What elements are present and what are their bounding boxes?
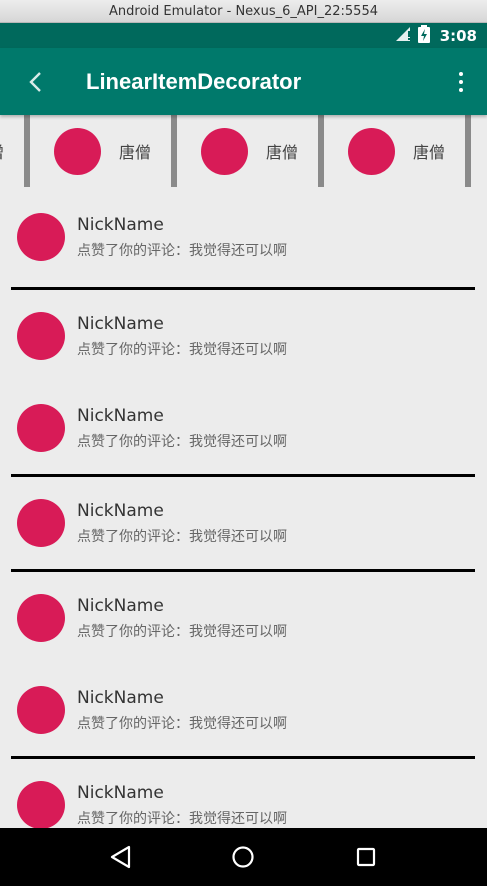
list-item-name: NickName xyxy=(77,688,164,708)
back-icon xyxy=(111,845,131,869)
list-item-message: 点赞了你的评论：我觉得还可以啊 xyxy=(77,434,287,450)
horizontal-list-item[interactable]: 唐僧 xyxy=(324,115,465,187)
list-item-message: 点赞了你的评论：我觉得还可以啊 xyxy=(77,624,287,640)
back-arrow-icon xyxy=(29,71,41,92)
list-item-name: NickName xyxy=(77,406,164,426)
list-item-message: 点赞了你的评论：我觉得还可以啊 xyxy=(77,529,287,545)
horizontal-item-name: 唐僧 xyxy=(413,143,446,162)
list-item-name: NickName xyxy=(77,783,164,803)
avatar xyxy=(17,499,65,547)
list-item-name: NickName xyxy=(77,314,164,334)
list-item-message: 点赞了你的评论：我觉得还可以啊 xyxy=(77,243,287,259)
list-item[interactable]: NickName 点赞了你的评论：我觉得还可以啊 xyxy=(0,187,487,287)
overflow-menu-button[interactable] xyxy=(449,67,473,97)
list-item[interactable]: NickName 点赞了你的评论：我觉得还可以啊 xyxy=(0,477,487,569)
list-item-message: 点赞了你的评论：我觉得还可以啊 xyxy=(77,716,287,732)
avatar xyxy=(17,686,65,734)
vertical-list[interactable]: NickName 点赞了你的评论：我觉得还可以啊 NickName 点赞了你的评… xyxy=(0,187,487,828)
avatar xyxy=(348,127,395,175)
back-button[interactable] xyxy=(20,67,50,97)
list-item[interactable]: NickName 点赞了你的评论：我觉得还可以啊 xyxy=(0,664,487,756)
horizontal-list[interactable]: 唐僧 唐僧 唐僧 唐僧 唐僧 xyxy=(0,115,487,187)
recents-icon xyxy=(356,847,375,867)
app-bar: LinearItemDecorator xyxy=(0,48,487,115)
avatar xyxy=(17,312,65,360)
horizontal-item-name: 唐僧 xyxy=(266,143,299,162)
list-item-name: NickName xyxy=(77,596,164,616)
list-item-name: NickName xyxy=(77,215,164,235)
list-item-message: 点赞了你的评论：我觉得还可以啊 xyxy=(77,811,287,827)
horizontal-list-item[interactable]: 唐僧 xyxy=(0,115,24,187)
list-item-name: NickName xyxy=(77,501,164,521)
horizontal-list-item[interactable]: 唐僧 xyxy=(177,115,318,187)
nav-recents-button[interactable] xyxy=(346,837,386,877)
overflow-menu-icon xyxy=(459,71,463,76)
window-title: Android Emulator - Nexus_6_API_22:5554 xyxy=(109,3,378,19)
avatar xyxy=(17,781,65,828)
signal-icon xyxy=(395,26,412,45)
status-bar: 3:08 xyxy=(0,23,487,48)
avatar xyxy=(17,404,65,452)
home-icon xyxy=(232,846,255,868)
horizontal-item-name: 唐僧 xyxy=(0,139,4,163)
avatar xyxy=(17,594,65,642)
horizontal-item-name: 唐僧 xyxy=(119,143,152,162)
avatar xyxy=(201,127,248,175)
nav-back-button[interactable] xyxy=(101,837,141,877)
avatar xyxy=(17,213,65,261)
list-item[interactable]: NickName 点赞了你的评论：我觉得还可以啊 xyxy=(0,572,487,664)
horizontal-list-track: 唐僧 唐僧 唐僧 唐僧 唐僧 xyxy=(0,115,487,187)
list-item[interactable]: NickName 点赞了你的评论：我觉得还可以啊 xyxy=(0,382,487,474)
list-item[interactable]: NickName 点赞了你的评论：我觉得还可以啊 xyxy=(0,290,487,382)
horizontal-list-item[interactable]: 唐僧 xyxy=(471,115,487,187)
nav-home-button[interactable] xyxy=(223,837,263,877)
battery-icon xyxy=(417,24,430,47)
window-titlebar: Android Emulator - Nexus_6_API_22:5554 xyxy=(0,0,487,23)
list-item-message: 点赞了你的评论：我觉得还可以啊 xyxy=(77,342,287,358)
status-clock: 3:08 xyxy=(439,26,477,45)
avatar xyxy=(54,127,101,175)
app-bar-title: LinearItemDecorator xyxy=(86,68,302,94)
horizontal-list-item[interactable]: 唐僧 xyxy=(30,115,171,187)
list-item[interactable]: NickName 点赞了你的评论：我觉得还可以啊 xyxy=(0,759,487,828)
navigation-bar xyxy=(0,828,487,886)
